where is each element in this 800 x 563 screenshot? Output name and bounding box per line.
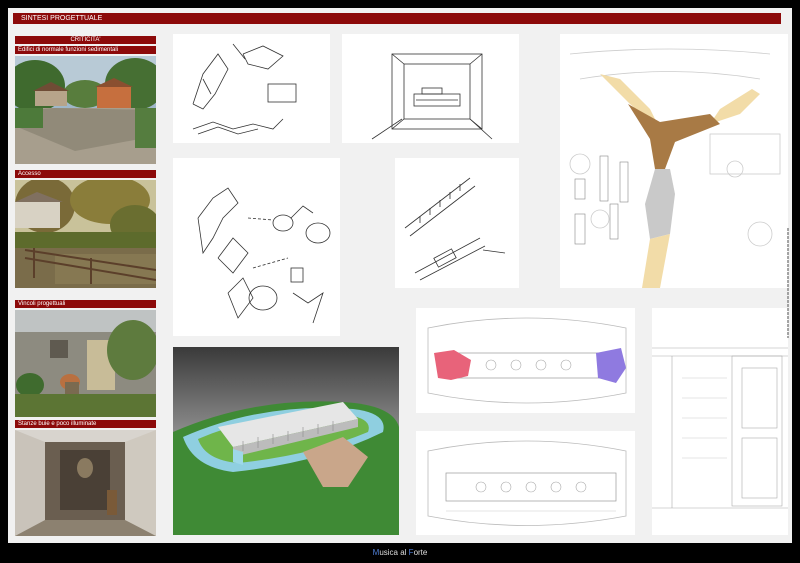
vertical-margin-note [785,228,791,338]
caption-vincoli: Vincoli progettuali [15,300,156,308]
render-3d [173,347,399,535]
photo-constraints [15,310,156,417]
criticita-heading: CRITICITA' [15,36,156,44]
sketch-4-sections [395,158,519,288]
brand-text-2: orte [413,548,428,557]
photo-access [15,180,156,288]
photo-dark-rooms [15,430,156,536]
brand-text-1: usica al [379,548,409,557]
photo-buildings [15,56,156,164]
floor-plan-lower [416,431,635,535]
section-detail [652,308,788,535]
caption-stanze: Stanze buie e poco illuminate [15,420,156,428]
footer-brand: Musica al Forte [0,543,800,563]
sheet-title: SINTESI PROGETTUALE [13,13,781,24]
caption-accesso: Accesso [15,170,156,178]
caption-edifici: Edifici di normale funzioni sedimentali [15,46,156,54]
floor-plan-upper [416,308,635,413]
presentation-sheet: SINTESI PROGETTUALE CRITICITA' Edifici d… [8,8,792,543]
sketch-2-perspective [342,34,519,143]
sketch-3-plan-study [173,158,340,336]
site-plan [560,34,788,288]
sketch-1 [173,34,330,143]
